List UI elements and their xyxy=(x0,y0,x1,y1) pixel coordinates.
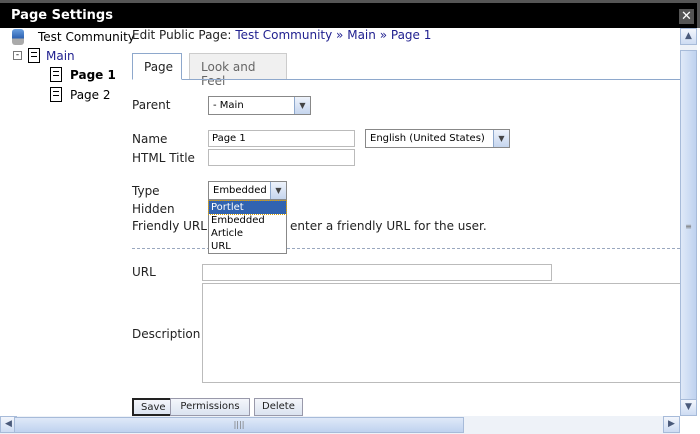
tree-item-label: Main xyxy=(46,48,75,63)
type-option-article[interactable]: Article xyxy=(209,227,286,240)
type-option-url[interactable]: URL xyxy=(209,240,286,253)
html-title-input[interactable] xyxy=(208,149,355,166)
page-icon xyxy=(50,67,62,82)
tab-look-and-feel[interactable]: Look and Feel xyxy=(189,53,287,88)
type-select[interactable]: Embedded ▼ xyxy=(208,181,287,200)
scroll-up-icon[interactable]: ▲ xyxy=(680,28,697,45)
tab-page[interactable]: Page xyxy=(132,53,182,80)
breadcrumb-main[interactable]: Main xyxy=(347,28,376,42)
name-label: Name xyxy=(132,132,168,146)
scroll-down-icon[interactable]: ▼ xyxy=(680,399,697,416)
save-button[interactable]: Save xyxy=(132,398,175,416)
type-label: Type xyxy=(132,184,160,198)
type-value: Embedded xyxy=(213,185,267,196)
tree-item-label: Page 1 xyxy=(70,67,116,82)
permissions-button[interactable]: Permissions xyxy=(170,398,250,416)
type-option-embedded[interactable]: Embedded xyxy=(209,214,286,227)
horizontal-scroll-thumb[interactable]: |||| xyxy=(14,417,464,433)
url-input[interactable] xyxy=(202,264,552,281)
tree-item-page-1[interactable]: Page 1 xyxy=(50,67,116,82)
breadcrumb-community[interactable]: Test Community xyxy=(235,28,332,42)
language-value: English (United States) xyxy=(370,133,485,144)
breadcrumb-sep: » xyxy=(379,28,388,42)
breadcrumb-prefix: Edit Public Page: xyxy=(132,28,232,42)
html-title-label: HTML Title xyxy=(132,151,195,165)
friendly-url-label: Friendly URL xyxy=(132,219,207,233)
chevron-down-icon: ▼ xyxy=(270,182,286,199)
tree-item-page-2[interactable]: Page 2 xyxy=(50,87,111,102)
parent-value: - Main xyxy=(213,100,244,111)
vertical-scrollbar[interactable]: ▲ ≡ ▼ xyxy=(680,28,697,416)
breadcrumb-page[interactable]: Page 1 xyxy=(391,28,432,42)
url-label: URL xyxy=(132,265,156,279)
close-icon[interactable]: ✕ xyxy=(679,9,694,24)
chevron-down-icon: ▼ xyxy=(294,97,310,114)
dialog-title: Page Settings xyxy=(11,8,113,23)
friendly-url-hint: enter a friendly URL for the user. xyxy=(290,219,487,233)
page-icon xyxy=(28,48,40,63)
tree-root-label: Test Community xyxy=(38,30,135,44)
page-icon xyxy=(50,87,62,102)
language-select[interactable]: English (United States) ▼ xyxy=(365,129,510,148)
description-textarea[interactable] xyxy=(202,283,692,383)
tree-root[interactable]: Test Community xyxy=(12,29,135,45)
chevron-down-icon: ▼ xyxy=(493,130,509,147)
hidden-label: Hidden xyxy=(132,202,175,216)
collapse-icon[interactable]: - xyxy=(13,51,22,60)
horizontal-scrollbar[interactable]: ◀ |||| ▶ xyxy=(0,416,680,434)
description-label: Description xyxy=(132,327,201,341)
type-dropdown: Portlet Embedded Article URL xyxy=(208,200,287,254)
name-input[interactable]: Page 1 xyxy=(208,130,355,147)
breadcrumb: Edit Public Page: Test Community » Main … xyxy=(132,28,431,42)
tree-item-label: Page 2 xyxy=(70,87,111,102)
tab-divider xyxy=(132,79,680,80)
parent-select[interactable]: - Main ▼ xyxy=(208,96,311,115)
community-icon xyxy=(12,29,24,45)
dialog-titlebar: Page Settings ✕ xyxy=(0,0,700,28)
vertical-scroll-thumb[interactable]: ≡ xyxy=(680,50,697,402)
scroll-right-icon[interactable]: ▶ xyxy=(663,416,680,433)
delete-button[interactable]: Delete xyxy=(254,398,303,416)
breadcrumb-sep: » xyxy=(336,28,344,42)
type-option-portlet[interactable]: Portlet xyxy=(208,200,287,215)
tree-item-main[interactable]: - Main xyxy=(13,48,75,63)
parent-label: Parent xyxy=(132,98,171,112)
